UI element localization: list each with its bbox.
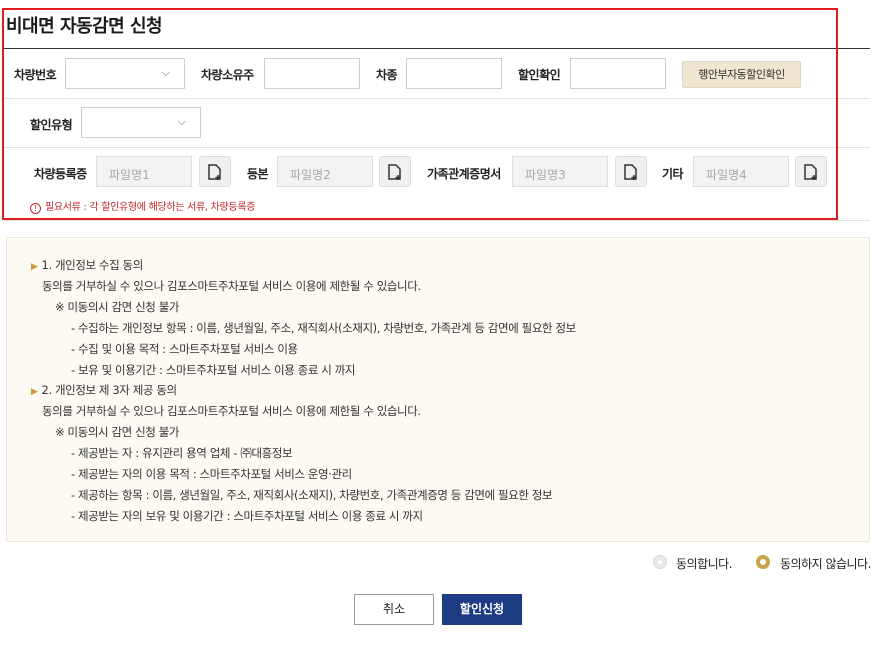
triangle-icon: ▶ (31, 262, 38, 272)
terms-item: - 제공받는 자 : 유지관리 용역 업체 - ㈜대흥정보 (71, 446, 293, 460)
terms-item: - 수집하는 개인정보 항목 : 이름, 생년월일, 주소, 재직회사(소재지)… (71, 321, 576, 335)
agree-label[interactable]: 동의합니다. (676, 555, 733, 572)
row-divider (4, 220, 870, 221)
terms-section-2-title: ▶ 2. 개인정보 제 3자 제공 동의 (31, 383, 177, 397)
terms-section-1-desc: 동의를 거부하실 수 있으나 김포스마트주차포털 서비스 이용에 제한될 수 있… (42, 279, 421, 293)
agree-radio[interactable] (653, 555, 667, 569)
terms-item: - 제공받는 자의 보유 및 이용기간 : 스마트주차포털 서비스 이용 종료 … (71, 509, 423, 523)
disagree-label[interactable]: 동의하지 않습니다. (780, 555, 871, 572)
apply-discount-button[interactable]: 할인신청 (442, 594, 522, 625)
terms-item: - 제공받는 자의 이용 목적 : 스마트주차포털 서비스 운영·관리 (71, 467, 352, 481)
terms-section-1-note: ※ 미동의시 감면 신청 불가 (55, 300, 180, 314)
highlight-frame (2, 8, 838, 220)
cancel-button[interactable]: 취소 (354, 594, 434, 625)
disagree-radio[interactable] (756, 555, 770, 569)
terms-section-2-desc: 동의를 거부하실 수 있으나 김포스마트주차포털 서비스 이용에 제한될 수 있… (42, 404, 421, 418)
terms-section-2-note: ※ 미동의시 감면 신청 불가 (55, 425, 180, 439)
terms-item: - 제공하는 항목 : 이름, 생년월일, 주소, 재직회사(소재지), 차량번… (71, 488, 553, 502)
triangle-icon: ▶ (31, 387, 38, 397)
terms-item: - 보유 및 이용기간 : 스마트주차포털 서비스 이용 종료 시 까지 (71, 363, 356, 377)
terms-section-1-title: ▶ 1. 개인정보 수집 동의 (31, 258, 143, 272)
terms-item: - 수집 및 이용 목적 : 스마트주차포털 서비스 이용 (71, 342, 298, 356)
